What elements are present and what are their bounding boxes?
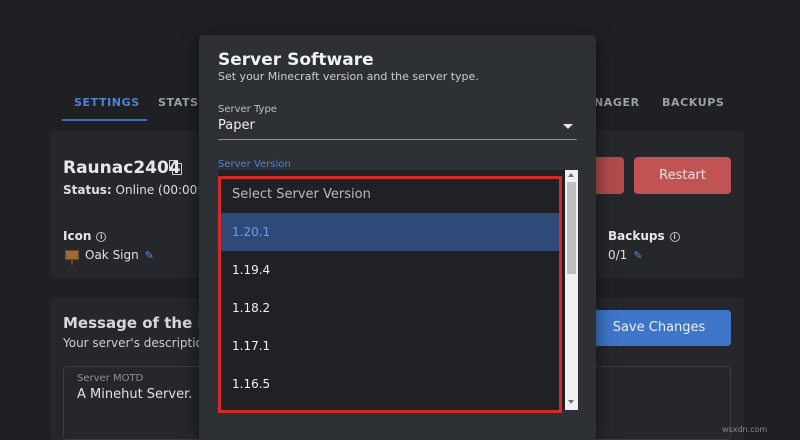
motd-field-value: A Minehut Server. [77,387,193,402]
motd-title: Message of the D [63,314,210,332]
server-type-label: Server Type [218,104,277,115]
info-icon[interactable]: i [669,232,680,242]
edit-pencil-icon[interactable]: ✎ [145,249,154,262]
motd-field-label: Server MOTD [77,373,144,384]
server-version-label: Server Version [218,159,291,170]
scrollbar-thumb[interactable] [567,182,576,274]
icon-value-text: Oak Sign [85,248,139,262]
edit-pencil-icon[interactable]: ✎ [633,249,642,262]
motd-subtitle: Your server's description [63,336,211,350]
scroll-down-arrow-icon[interactable] [568,400,574,404]
icon-section-label: Icon i [63,229,107,243]
backups-count: 0/1 ✎ [608,248,643,262]
server-status: Status: Online (00:00:0 [63,183,209,197]
status-value: Online (00:00:0 [115,183,209,197]
icon-label-text: Icon [63,229,92,243]
tab-stats[interactable]: STATS [158,96,199,109]
save-changes-button[interactable]: Save Changes [587,310,731,346]
scroll-up-arrow-icon[interactable] [568,173,574,177]
version-placeholder: Select Server Version [232,187,371,202]
tab-settings[interactable]: SETTINGS [74,96,140,109]
active-tab-indicator [62,119,147,121]
watermark: wsxdn.com [722,425,768,434]
version-option[interactable]: 1.18.2 [218,289,560,327]
dialog-title: Server Software [218,50,374,70]
status-label: Status: [63,183,112,197]
server-version-dropdown: Select Server Version 1.20.1 1.19.4 1.18… [218,170,578,410]
oak-sign-icon [65,250,79,265]
backups-label-text: Backups [608,229,665,243]
version-option[interactable]: 1.17.1 [218,327,560,365]
server-type-select[interactable]: Paper [218,118,255,133]
info-icon[interactable]: i [96,232,107,242]
server-type-underline [218,139,577,140]
version-option[interactable]: 1.16.5 [218,365,560,403]
server-name: Raunac2404 [63,158,181,178]
tab-backups[interactable]: BACKUPS [662,96,724,109]
backups-label: Backups i [608,229,680,243]
restart-button[interactable]: Restart [634,157,731,194]
icon-section-value: Oak Sign ✎ [65,248,154,265]
dialog-subtitle: Set your Minecraft version and the serve… [218,70,479,83]
backups-count-text: 0/1 [608,248,628,262]
version-option[interactable]: 1.20.1 [218,213,560,251]
tab-file-manager[interactable]: NAGER [594,96,640,109]
dropdown-caret-icon[interactable] [563,124,573,129]
copy-icon[interactable] [169,160,182,175]
version-option[interactable]: 1.19.4 [218,251,560,289]
